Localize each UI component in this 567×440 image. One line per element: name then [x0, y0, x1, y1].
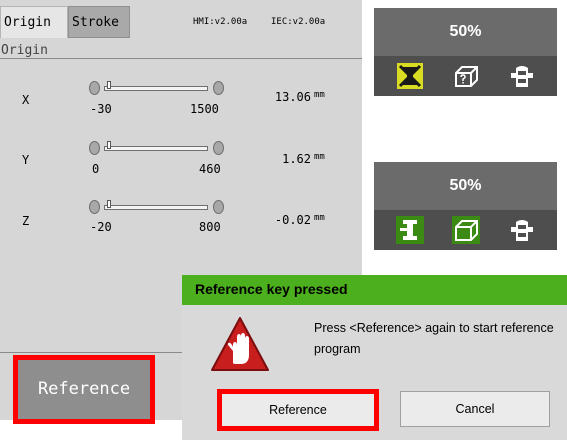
workpiece-icon	[450, 214, 482, 246]
axis-slider[interactable]	[104, 146, 208, 151]
max-limit-knob	[213, 81, 224, 95]
dialog-title: Reference key pressed	[195, 281, 348, 297]
axis-unit: mm	[314, 213, 325, 223]
clamp-icon	[506, 214, 538, 246]
axis-warning-icon	[394, 60, 426, 92]
dialog-cancel-button[interactable]: Cancel	[400, 391, 550, 427]
axis-slider[interactable]	[104, 86, 208, 91]
dialog-header: Reference key pressed	[182, 275, 567, 305]
max-limit-knob	[213, 200, 224, 214]
reference-button[interactable]: Reference	[18, 360, 150, 419]
axis-max-value: 1500	[190, 102, 219, 116]
axis-max-value: 800	[199, 220, 221, 234]
axis-unit: mm	[314, 152, 325, 162]
position-marker	[107, 81, 111, 89]
axis-min-value: -30	[90, 102, 112, 116]
tab-stroke[interactable]: Stroke	[68, 6, 130, 38]
axis-label: X	[22, 93, 30, 107]
section-title: Origin	[1, 43, 48, 58]
iec-version-label: IEC:v2.00a	[271, 17, 326, 27]
axis-slider[interactable]	[104, 205, 208, 210]
axis-icon	[394, 214, 426, 246]
status-icon-row	[374, 56, 557, 96]
axis-label: Y	[22, 153, 30, 167]
axis-position-value: -0.02	[274, 213, 311, 227]
min-limit-knob	[89, 81, 100, 95]
dialog-message: Press <Reference> again to start referen…	[314, 321, 554, 356]
axis-unit: mm	[314, 90, 325, 100]
reference-dialog: Reference key pressed Press <Reference> …	[182, 275, 567, 440]
dialog-reference-button[interactable]: Reference	[222, 394, 374, 426]
min-limit-knob	[89, 141, 100, 155]
clamp-icon	[506, 60, 538, 92]
axis-position-value: 13.06	[274, 90, 311, 104]
status-panel-bottom: 50%	[374, 162, 557, 250]
hmi-version-label: HMI:v2.00a	[193, 17, 248, 27]
tab-bar: Origin Stroke HMI:v2.00a IEC:v2.00a	[0, 0, 362, 38]
workpiece-unknown-icon	[450, 60, 482, 92]
axis-min-value: -20	[90, 220, 112, 234]
section-divider	[0, 58, 362, 59]
min-limit-knob	[89, 200, 100, 214]
axis-max-value: 460	[199, 162, 221, 176]
status-icon-row	[374, 210, 557, 250]
position-marker	[107, 200, 111, 208]
feed-percent-label: 50%	[449, 23, 482, 40]
axis-min-value: 0	[92, 162, 100, 176]
stop-hand-warning-icon	[209, 315, 271, 373]
axis-label: Z	[22, 214, 30, 228]
position-marker	[107, 141, 111, 149]
feed-percent-label: 50%	[449, 177, 482, 194]
status-panel-top: 50%	[374, 8, 557, 96]
tab-origin[interactable]: Origin	[0, 6, 68, 38]
max-limit-knob	[213, 141, 224, 155]
axis-position-value: 1.62	[282, 152, 311, 166]
